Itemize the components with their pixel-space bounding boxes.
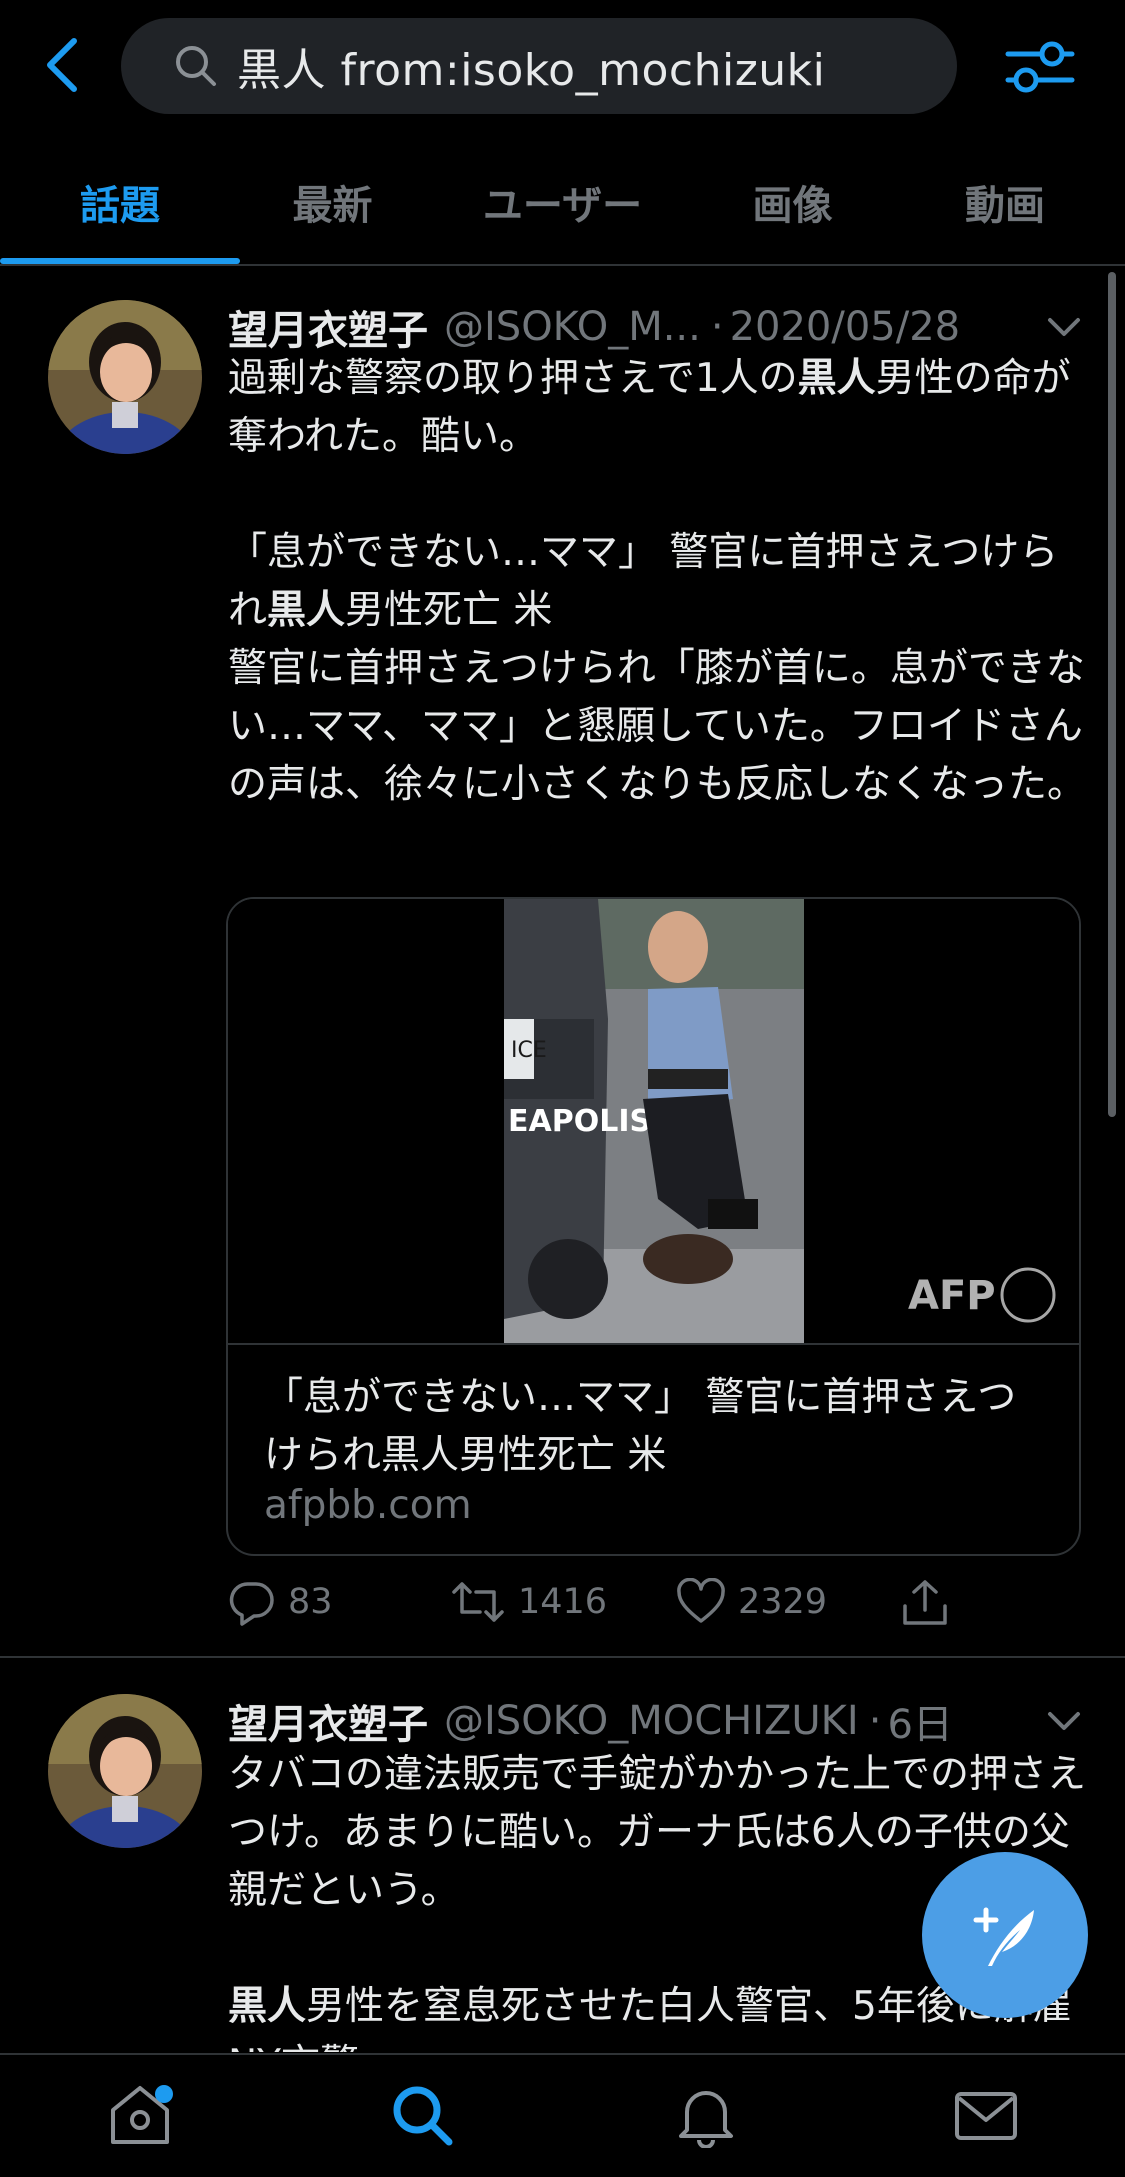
search-tabs: 話題 最新 ユーザー 画像 動画 xyxy=(0,140,1125,266)
like-count: 2329 xyxy=(738,1582,828,1622)
back-button[interactable] xyxy=(36,34,86,96)
sliders-icon xyxy=(1005,41,1075,93)
display-name[interactable]: 望月衣塑子 xyxy=(228,298,428,356)
separator-dot: · xyxy=(868,1698,882,1744)
reply-icon xyxy=(229,1582,274,1626)
notification-dot xyxy=(155,2085,173,2103)
tab-people[interactable]: ユーザー xyxy=(425,140,700,264)
tweet-text-part: 男性死亡 米 警官に首押さえつけられ「膝が首に。息ができない…ママ、ママ」と懇願… xyxy=(228,588,1087,807)
tab-latest[interactable]: 最新 xyxy=(240,140,425,264)
share-button[interactable] xyxy=(900,1578,962,1628)
mail-icon xyxy=(955,2092,1017,2140)
user-handle[interactable]: @ISOKO_MOCHIZUKI xyxy=(444,1698,859,1744)
top-bar: 黒人 from:isoko_mochizuki xyxy=(0,0,1125,140)
chevron-left-icon xyxy=(47,38,77,92)
user-handle[interactable]: @ISOKO_M... xyxy=(444,304,701,350)
nav-messages[interactable] xyxy=(948,2077,1024,2153)
tweet-text: 過剰な警察の取り押さえで1人の黒人男性の命が奪われた。酷い。 「息ができない…マ… xyxy=(228,350,1088,814)
tweet-divider xyxy=(0,1656,1125,1658)
link-card-title: 「息ができない…ママ」 警官に首押さえつけられ黒人男性死亡 米 xyxy=(264,1375,1017,1478)
bottom-nav xyxy=(0,2053,1125,2177)
tweet-header: 望月衣塑子 @ISOKO_M... · 2020/05/28 xyxy=(228,298,960,356)
retweet-button[interactable]: 1416 xyxy=(450,1578,607,1626)
tweet-actions: 83 1416 2329 xyxy=(228,1578,988,1628)
avatar[interactable] xyxy=(48,1694,202,1848)
search-icon xyxy=(176,46,216,86)
nav-search[interactable] xyxy=(384,2077,460,2153)
afp-watermark: AFP xyxy=(908,1273,996,1319)
avatar-image xyxy=(48,1694,202,1848)
tweet-header: 望月衣塑子 @ISOKO_MOCHIZUKI · 6日 xyxy=(228,1692,953,1750)
search-input[interactable]: 黒人 from:isoko_mochizuki xyxy=(121,18,957,114)
search-filter-button[interactable] xyxy=(1000,32,1080,102)
tab-videos[interactable]: 動画 xyxy=(885,140,1125,264)
reply-button[interactable]: 83 xyxy=(228,1578,333,1626)
nav-notifications[interactable] xyxy=(668,2077,744,2153)
highlighted-keyword: 黒人 xyxy=(797,356,876,401)
compose-tweet-button[interactable] xyxy=(922,1852,1088,2018)
reply-count: 83 xyxy=(288,1582,333,1622)
avatar[interactable] xyxy=(48,300,202,454)
search-query-text: 黒人 from:isoko_mochizuki xyxy=(237,45,826,96)
chevron-down-icon[interactable] xyxy=(1044,312,1084,342)
link-card-domain: afpbb.com xyxy=(264,1483,472,1528)
tweet-date[interactable]: 6日 xyxy=(887,1692,952,1750)
retweet-icon xyxy=(452,1582,504,1622)
search-icon xyxy=(393,2086,453,2146)
scrollbar[interactable] xyxy=(1108,272,1116,1117)
plate-text: ICE xyxy=(511,1038,547,1063)
highlighted-keyword: 黒人 xyxy=(228,1984,307,2029)
tweet-text-part: 過剰な警察の取り押さえで1人の xyxy=(228,356,798,401)
retweet-count: 1416 xyxy=(518,1582,608,1622)
separator-dot: · xyxy=(710,304,724,350)
share-icon xyxy=(903,1580,947,1625)
active-tab-indicator xyxy=(0,258,240,264)
heart-icon xyxy=(677,1578,725,1623)
tab-top[interactable]: 話題 xyxy=(0,140,240,264)
tweet-date[interactable]: 2020/05/28 xyxy=(730,304,961,350)
display-name[interactable]: 望月衣塑子 xyxy=(228,1692,428,1750)
bell-icon xyxy=(679,2091,733,2148)
chevron-down-icon[interactable] xyxy=(1044,1706,1084,1736)
highlighted-keyword: 黒人 xyxy=(267,588,346,633)
link-card-image: ICE EAPOLIS AFP xyxy=(228,899,1079,1345)
car-text: EAPOLIS xyxy=(508,1104,651,1139)
like-button[interactable]: 2329 xyxy=(676,1578,827,1626)
avatar-image xyxy=(48,300,202,454)
link-card[interactable]: ICE EAPOLIS AFP 「息ができない…ママ」 警官に首押さえつけられ黒… xyxy=(226,897,1081,1556)
compose-tweet-icon xyxy=(973,1907,1034,1966)
tab-photos[interactable]: 画像 xyxy=(700,140,885,264)
